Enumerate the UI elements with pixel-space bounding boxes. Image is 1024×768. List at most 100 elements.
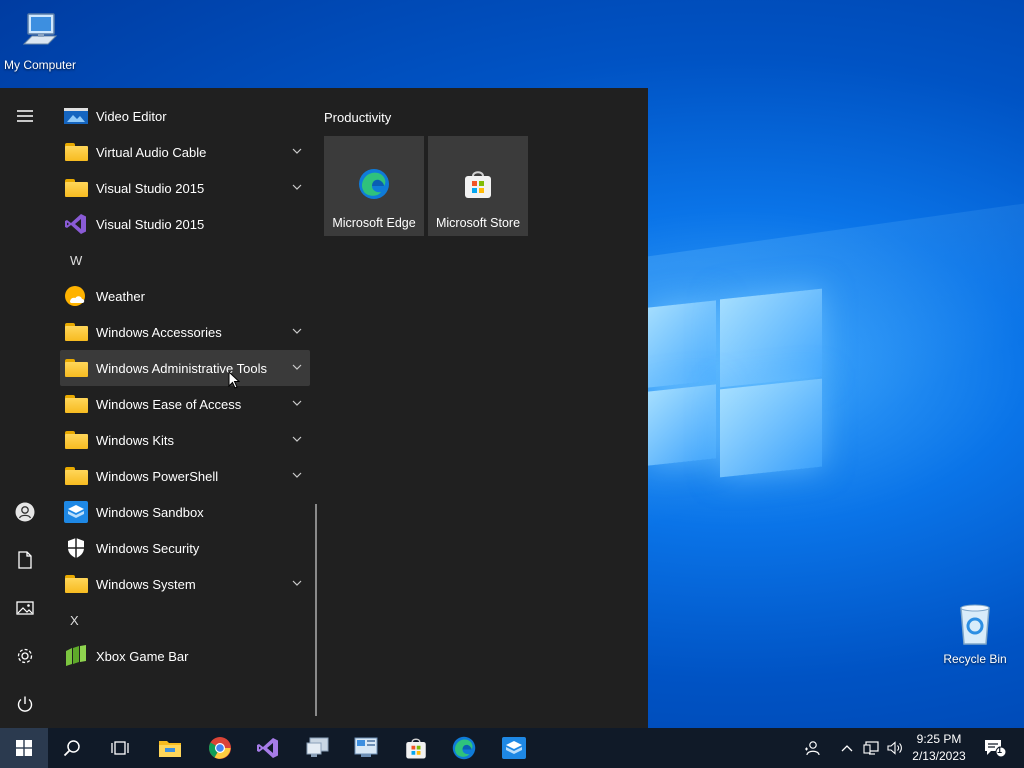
app-item-label: Virtual Audio Cable xyxy=(96,144,207,160)
app-item-label: Weather xyxy=(96,288,145,304)
app-item-label: Visual Studio 2015 xyxy=(96,216,205,232)
task-view-button[interactable] xyxy=(96,728,144,768)
folder-icon xyxy=(64,176,88,200)
file-explorer-icon xyxy=(159,741,181,757)
chevron-up-icon xyxy=(841,745,853,752)
taskbar-chrome[interactable] xyxy=(196,728,244,768)
taskbar: 9:25 PM 2/13/2023 1 xyxy=(0,728,1024,768)
xbox-game-bar-icon xyxy=(64,644,88,668)
volume-button[interactable] xyxy=(884,728,906,768)
app-item-label: Windows PowerShell xyxy=(96,468,219,484)
sandbox-icon xyxy=(64,500,88,524)
power-icon xyxy=(17,696,33,712)
search-icon xyxy=(63,740,80,757)
taskbar-microsoft-edge[interactable] xyxy=(440,728,488,768)
section-letter-x[interactable]: X xyxy=(60,602,310,638)
app-item-windows-security[interactable]: Windows Security xyxy=(60,530,310,566)
app-item-weather[interactable]: Weather xyxy=(60,278,310,314)
user-account-button[interactable] xyxy=(0,492,50,532)
app-item-visual-studio-2015-folder[interactable]: Visual Studio 2015 xyxy=(60,170,310,206)
network-icon xyxy=(863,741,879,755)
app-item-label: Windows Accessories xyxy=(96,324,222,340)
tile-microsoft-store[interactable]: Microsoft Store xyxy=(428,136,528,236)
people-button[interactable] xyxy=(800,728,824,768)
network-button[interactable] xyxy=(860,728,882,768)
taskbar-file-explorer[interactable] xyxy=(146,728,194,768)
chevron-down-icon[interactable] xyxy=(292,326,302,336)
taskbar-windows-sandbox[interactable] xyxy=(490,728,538,768)
taskbar-visual-studio[interactable] xyxy=(244,728,292,768)
app-item-virtual-audio-cable[interactable]: Virtual Audio Cable xyxy=(60,134,310,170)
app-item-label: Video Editor xyxy=(96,108,167,124)
app-item-windows-ease-of-access[interactable]: Windows Ease of Access xyxy=(60,386,310,422)
app-item-xbox-game-bar[interactable]: Xbox Game Bar xyxy=(60,638,310,674)
folder-icon xyxy=(64,428,88,452)
taskbar-remote-desktop[interactable] xyxy=(294,728,342,768)
sandbox-icon xyxy=(502,737,526,759)
folder-icon xyxy=(64,464,88,488)
chevron-down-icon[interactable] xyxy=(292,578,302,588)
app-item-windows-administrative-tools[interactable]: Windows Administrative Tools xyxy=(60,350,310,386)
show-hidden-icons-button[interactable] xyxy=(838,728,856,768)
app-item-label: Visual Studio 2015 xyxy=(96,180,205,196)
chevron-down-icon[interactable] xyxy=(292,146,302,156)
app-item-windows-sandbox[interactable]: Windows Sandbox xyxy=(60,494,310,530)
people-icon xyxy=(805,741,820,756)
folder-icon xyxy=(64,356,88,380)
chevron-down-icon[interactable] xyxy=(292,182,302,192)
folder-icon xyxy=(64,140,88,164)
app-list-scrollbar[interactable] xyxy=(315,504,317,716)
documents-button[interactable] xyxy=(0,540,50,580)
start-menu: Video Editor Virtual Audio Cable Visual … xyxy=(0,88,648,728)
hamburger-icon xyxy=(17,110,33,122)
app-item-windows-system[interactable]: Windows System xyxy=(60,566,310,602)
desktop-icon-my-computer[interactable]: My Computer xyxy=(0,10,80,72)
settings-button[interactable] xyxy=(0,636,50,676)
chevron-down-icon[interactable] xyxy=(292,434,302,444)
chevron-down-icon[interactable] xyxy=(292,362,302,372)
notification-count-badge: 1 xyxy=(997,745,1003,755)
clock-date: 2/13/2023 xyxy=(912,749,966,763)
app-item-video-editor[interactable]: Video Editor xyxy=(60,98,310,134)
user-icon xyxy=(15,502,35,522)
pictures-icon xyxy=(16,601,34,615)
edge-icon xyxy=(452,736,476,760)
windows-start-icon xyxy=(16,740,32,756)
folder-icon xyxy=(64,572,88,596)
wallpaper-windows-logo xyxy=(648,288,824,480)
documents-icon xyxy=(18,551,32,569)
volume-icon xyxy=(887,741,902,755)
tile-label: Microsoft Store xyxy=(435,216,521,230)
app-item-windows-kits[interactable]: Windows Kits xyxy=(60,422,310,458)
desktop-icon-recycle-bin[interactable]: Recycle Bin xyxy=(935,602,1015,666)
chevron-down-icon[interactable] xyxy=(292,470,302,480)
visual-studio-icon xyxy=(257,738,278,758)
app-item-windows-powershell[interactable]: Windows PowerShell xyxy=(60,458,310,494)
power-button[interactable] xyxy=(0,684,50,724)
taskbar-clock[interactable]: 9:25 PM 2/13/2023 xyxy=(908,731,970,765)
pictures-button[interactable] xyxy=(0,588,50,628)
chevron-down-icon[interactable] xyxy=(292,398,302,408)
store-icon xyxy=(465,171,491,198)
mouse-cursor-icon xyxy=(228,371,240,389)
clock-time: 9:25 PM xyxy=(916,732,962,746)
app-item-label: Xbox Game Bar xyxy=(96,648,189,664)
search-button[interactable] xyxy=(48,728,96,768)
tile-microsoft-edge[interactable]: Microsoft Edge xyxy=(324,136,424,236)
computer-icon xyxy=(22,13,58,45)
tile-group-title[interactable]: Productivity xyxy=(324,110,391,125)
remote-desktop-icon xyxy=(306,737,329,757)
shield-icon xyxy=(64,536,88,560)
all-apps-list[interactable]: Video Editor Virtual Audio Cable Visual … xyxy=(60,98,310,718)
taskbar-control-panel[interactable] xyxy=(342,728,390,768)
folder-icon xyxy=(64,320,88,344)
start-button[interactable] xyxy=(0,728,48,768)
app-item-windows-accessories[interactable]: Windows Accessories xyxy=(60,314,310,350)
expand-menu-button[interactable] xyxy=(0,96,50,136)
app-item-visual-studio-2015[interactable]: Visual Studio 2015 xyxy=(60,206,310,242)
taskbar-microsoft-store[interactable] xyxy=(392,728,440,768)
recycle-bin-icon xyxy=(960,604,990,645)
action-center-button[interactable]: 1 xyxy=(978,728,1012,768)
section-letter-w[interactable]: W xyxy=(60,242,310,278)
app-item-label: Windows Security xyxy=(96,540,200,556)
